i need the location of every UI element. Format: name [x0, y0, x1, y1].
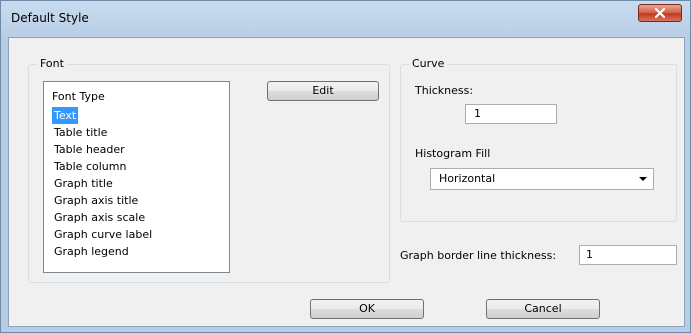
list-item-table-title[interactable]: Table title — [52, 124, 154, 141]
curve-group-label: Curve — [409, 57, 448, 70]
font-group-label: Font — [37, 57, 67, 70]
chevron-down-icon — [639, 177, 647, 181]
dialog-content: Font Font Type Text Table title Table he… — [8, 37, 685, 327]
font-type-header: Font Type — [52, 90, 105, 103]
thickness-label: Thickness: — [415, 84, 474, 97]
list-item-table-header[interactable]: Table header — [52, 141, 154, 158]
graph-border-thickness-label: Graph border line thickness: — [400, 249, 557, 262]
graph-border-thickness-input[interactable]: 1 — [579, 245, 677, 265]
list-item-graph-legend[interactable]: Graph legend — [52, 243, 154, 260]
curve-group: Curve Thickness: 1 Histogram Fill Horizo… — [400, 57, 677, 222]
close-button[interactable] — [638, 4, 682, 22]
font-type-list[interactable]: Font Type Text Table title Table header … — [43, 81, 230, 273]
ok-button[interactable]: OK — [310, 299, 424, 319]
edit-button[interactable]: Edit — [267, 81, 379, 101]
font-type-items: Text Table title Table header Table colu… — [52, 107, 154, 260]
dialog-window: Default Style Font Font Type Text Table … — [0, 0, 691, 333]
list-item-table-column[interactable]: Table column — [52, 158, 154, 175]
cancel-button[interactable]: Cancel — [486, 299, 600, 319]
window-title: Default Style — [11, 11, 89, 25]
histogram-fill-value: Horizontal — [439, 172, 496, 185]
histogram-fill-select[interactable]: Horizontal — [430, 168, 654, 190]
list-item-graph-axis-title[interactable]: Graph axis title — [52, 192, 154, 209]
list-item-graph-curve-label[interactable]: Graph curve label — [52, 226, 154, 243]
title-bar[interactable]: Default Style — [1, 1, 690, 35]
list-item-graph-title[interactable]: Graph title — [52, 175, 154, 192]
close-icon — [655, 8, 665, 18]
list-item-text[interactable]: Text — [52, 107, 79, 124]
histogram-fill-label: Histogram Fill — [415, 147, 491, 160]
thickness-input[interactable]: 1 — [465, 104, 557, 124]
font-group: Font Font Type Text Table title Table he… — [28, 57, 390, 283]
list-item-graph-axis-scale[interactable]: Graph axis scale — [52, 209, 154, 226]
